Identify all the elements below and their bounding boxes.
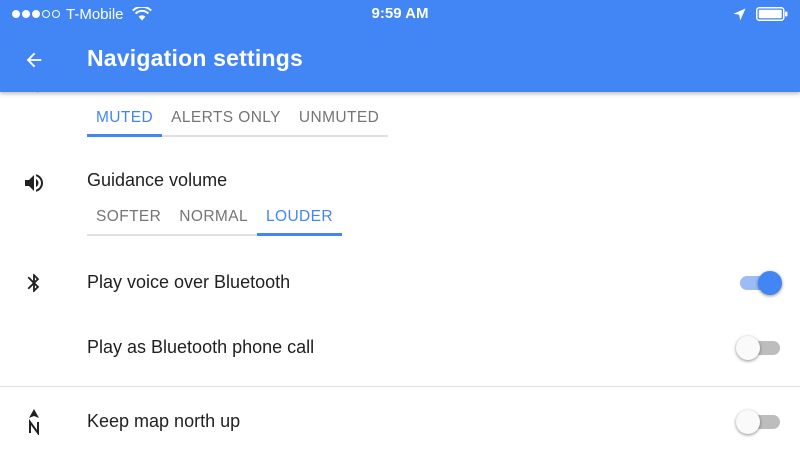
bluetooth-icon <box>27 273 40 293</box>
back-button[interactable] <box>14 40 54 80</box>
arrow-back-icon <box>26 52 42 68</box>
bluetooth-icon-wrap <box>21 270 47 296</box>
voice-mode-option-alerts-only[interactable]: ALERTS ONLY <box>162 101 290 135</box>
status-bar: T-Mobile 9:59 AM <box>0 0 800 28</box>
volume-option-softer[interactable]: SOFTER <box>87 200 170 234</box>
page-title: Navigation settings <box>87 45 303 71</box>
bluetooth-voice-label: Play voice over Bluetooth <box>87 272 291 292</box>
toggle-thumb <box>758 271 782 295</box>
voice-mode-option-muted[interactable]: MUTED <box>87 101 163 137</box>
north-up-toggle[interactable] <box>736 408 784 436</box>
voice-mode-option-unmuted[interactable]: UNMUTED <box>290 101 388 135</box>
volume-icon <box>25 174 43 192</box>
bluetooth-voice-toggle[interactable] <box>736 269 784 297</box>
voice-mode-selector: MUTED ALERTS ONLY UNMUTED <box>87 101 389 137</box>
guidance-volume-label: Guidance volume <box>87 170 228 190</box>
bluetooth-call-label: Play as Bluetooth phone call <box>87 337 315 357</box>
volume-option-normal[interactable]: NORMAL <box>170 200 257 234</box>
section-divider <box>0 386 800 387</box>
status-right <box>733 6 788 22</box>
app-bar: Navigation settings <box>0 28 800 92</box>
toggle-thumb <box>736 410 760 434</box>
guidance-volume-selector: SOFTER NORMAL LOUDER <box>87 200 342 236</box>
settings-list: MUTED ALERTS ONLY UNMUTED Guidance volum… <box>0 86 800 450</box>
compass-north-icon <box>29 409 39 435</box>
top-bar: T-Mobile 9:59 AM Navigation settings <box>0 0 800 92</box>
bluetooth-call-toggle[interactable] <box>736 334 784 362</box>
volume-option-louder[interactable]: LOUDER <box>256 200 342 236</box>
screen: T-Mobile 9:59 AM Navigation settings MUT… <box>0 0 800 450</box>
location-arrow-icon <box>733 8 746 20</box>
guidance-volume-icon-wrap <box>21 170 47 196</box>
toggle-thumb <box>736 336 760 360</box>
battery-icon <box>756 7 788 21</box>
north-up-label: Keep map north up <box>87 411 241 431</box>
status-time: 9:59 AM <box>371 5 429 22</box>
compass-icon-wrap <box>22 408 46 436</box>
